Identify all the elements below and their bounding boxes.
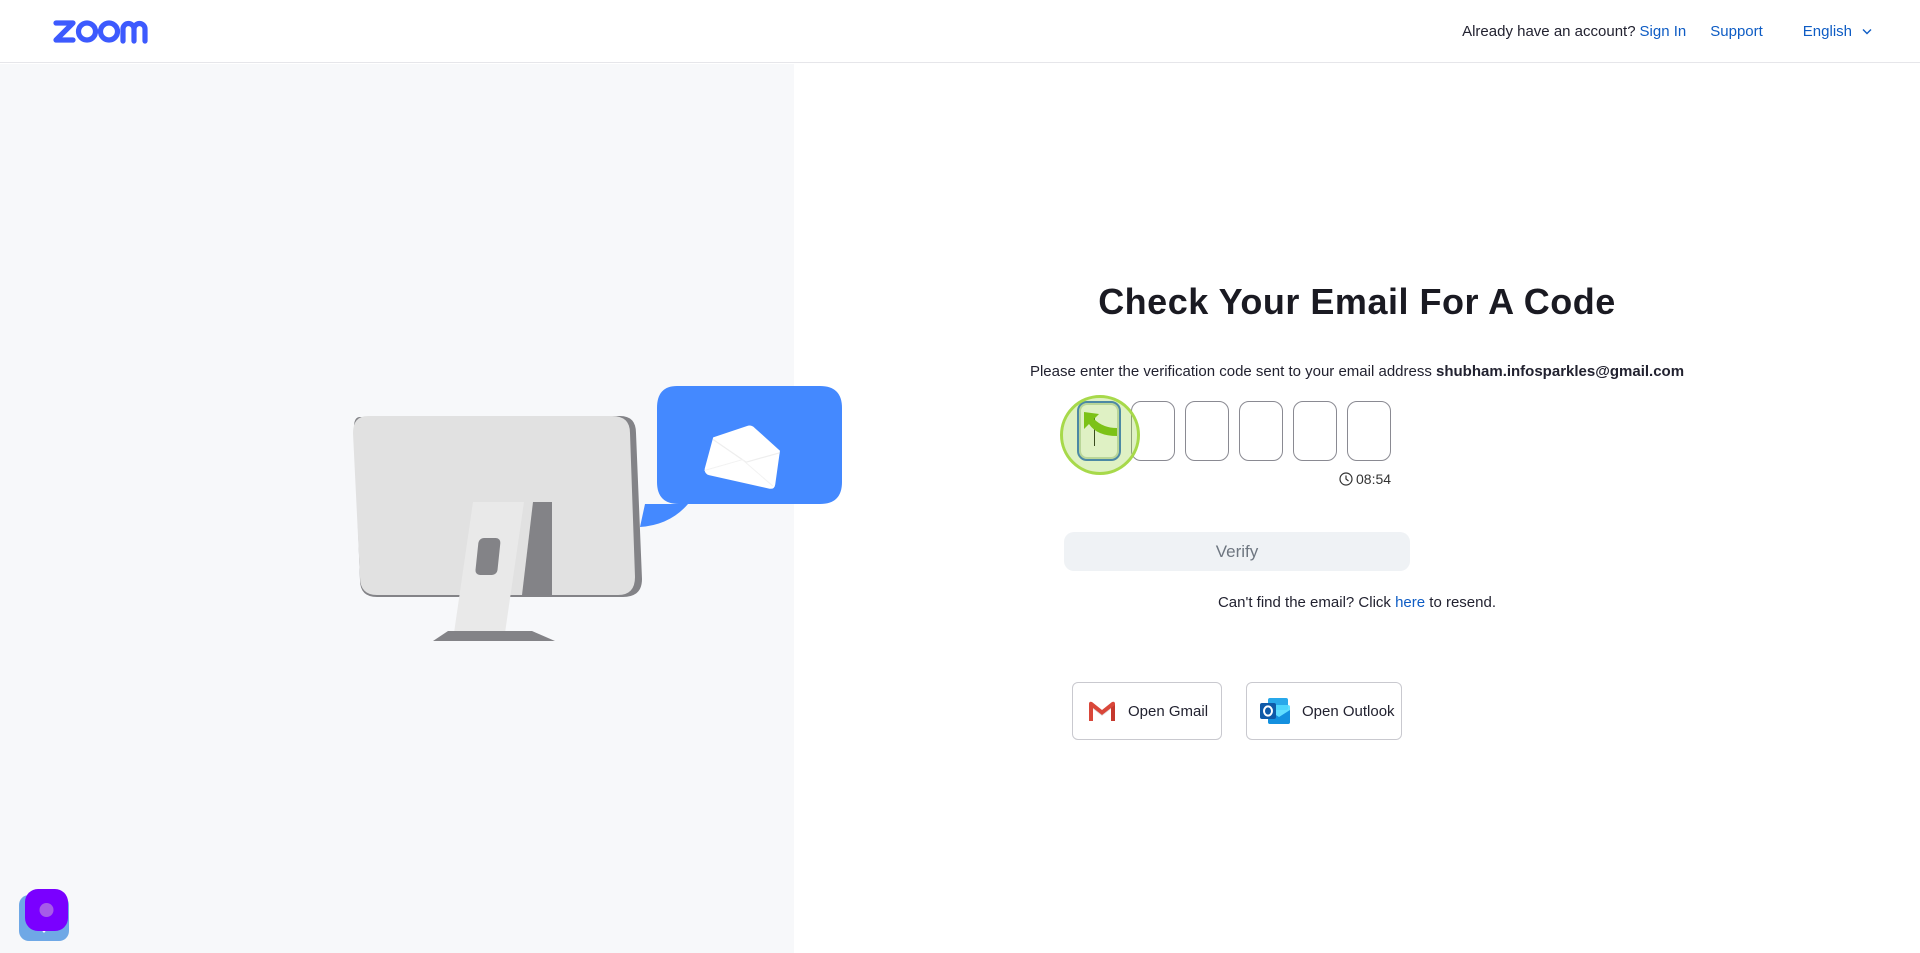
code-digit-2[interactable]	[1131, 401, 1175, 461]
chat-widget-icon	[19, 889, 69, 941]
clock-icon	[1339, 472, 1353, 486]
resend-suffix: to resend.	[1429, 594, 1497, 611]
zoom-logo-icon	[53, 20, 148, 44]
instruction-text: Please enter the verification code sent …	[794, 363, 1920, 380]
support-link[interactable]: Support	[1710, 23, 1763, 40]
chat-widget[interactable]	[19, 889, 69, 941]
code-digit-1[interactable]	[1077, 401, 1121, 461]
language-label: English	[1802, 23, 1852, 40]
resend-prefix: Can't find the email? Click	[1217, 594, 1391, 611]
code-digit-5[interactable]	[1293, 401, 1337, 461]
code-digit-4[interactable]	[1239, 401, 1283, 461]
chevron-down-icon	[1862, 29, 1872, 35]
monitor-email-illustration	[340, 375, 850, 650]
instruction-label: Please enter the verification code sent …	[1029, 363, 1432, 380]
email-address: shubham.infosparkles@gmail.com	[1436, 363, 1685, 380]
open-outlook-label: Open Outlook	[1302, 702, 1395, 720]
zoom-logo[interactable]	[53, 17, 165, 50]
code-input-group	[1077, 401, 1401, 461]
header-nav: Already have an account? Sign In Support…	[1462, 0, 1872, 63]
verify-button[interactable]: Verify	[1064, 532, 1410, 571]
timer-value: 08:54	[1356, 471, 1392, 487]
verification-panel: Check Your Email For A Code Please enter…	[794, 64, 1920, 953]
sign-in-link[interactable]: Sign In	[1640, 23, 1687, 40]
code-digit-6[interactable]	[1347, 401, 1391, 461]
gmail-icon	[1087, 700, 1117, 722]
resend-link[interactable]: here	[1395, 594, 1425, 611]
resend-text: Can't find the email? Click here to rese…	[794, 594, 1920, 611]
outlook-icon	[1259, 696, 1291, 726]
page-title: Check Your Email For A Code	[1098, 281, 1616, 322]
open-gmail-label: Open Gmail	[1128, 702, 1209, 720]
account-prompt: Already have an account?	[1462, 23, 1636, 40]
monitor-with-email-bubble-icon	[353, 386, 842, 641]
top-header: Already have an account? Sign In Support…	[0, 0, 1920, 63]
language-selector[interactable]: English	[1803, 23, 1872, 40]
open-outlook-button[interactable]: Open Outlook	[1246, 682, 1402, 740]
countdown-timer: 08:54	[1339, 471, 1391, 487]
code-digit-3[interactable]	[1185, 401, 1229, 461]
open-gmail-button[interactable]: Open Gmail	[1072, 682, 1222, 740]
